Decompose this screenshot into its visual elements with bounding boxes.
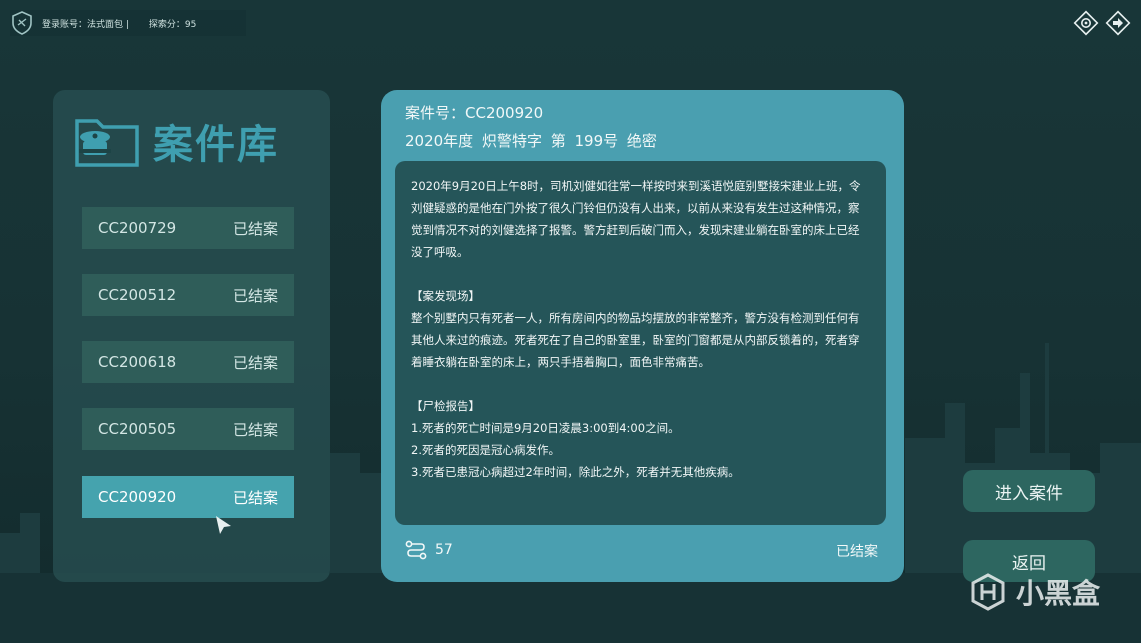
watermark: 小黑盒 xyxy=(968,572,1100,612)
scene-heading: 【案发现场】 xyxy=(411,289,480,303)
case-folder-icon xyxy=(75,119,139,167)
case-status: 已结案 xyxy=(232,420,278,439)
enter-case-button[interactable]: 进入案件 xyxy=(963,470,1095,512)
mouse-cursor-icon xyxy=(216,516,231,534)
scene-text: 整个别墅内只有死者一人，所有房间内的物品均摆放的非常整齐，警方没有检测到任何有其… xyxy=(411,311,860,369)
case-id: CC200618 xyxy=(98,353,177,371)
case-detail-panel: 案件号：CC200920 2020年度 炽警特字 第 199号 绝密 2020年… xyxy=(381,90,904,582)
route-icon xyxy=(405,540,427,560)
clue-count: 57 xyxy=(405,540,453,560)
case-id: CC200512 xyxy=(98,286,177,304)
watermark-logo-icon xyxy=(971,573,1005,611)
autopsy-item: 2.死者的死因是冠心病发作。 xyxy=(411,443,560,457)
autopsy-heading: 【尸检报告】 xyxy=(411,399,480,413)
police-badge-icon xyxy=(10,11,34,35)
case-summary: 2020年9月20日上午8时，司机刘健如往常一样按时来到溪语悦庭别墅接宋建业上班… xyxy=(411,179,861,259)
watermark-text: 小黑盒 xyxy=(1016,577,1101,610)
autopsy-item: 3.死者已患冠心病超过2年时间，除此之外，死者并无其他疾病。 xyxy=(411,465,740,479)
case-id: CC200505 xyxy=(98,420,177,438)
case-number: 案件号：CC200920 xyxy=(405,104,544,122)
account-label: 登录账号：法式面包 | xyxy=(42,19,129,30)
case-item-cc200920[interactable]: CC200920 已结案 xyxy=(82,476,294,518)
case-item-cc200505[interactable]: CC200505 已结案 xyxy=(82,408,294,450)
case-status: 已结案 xyxy=(232,488,278,507)
case-status: 已结案 xyxy=(232,219,278,238)
case-id: CC200920 xyxy=(98,488,177,506)
case-description[interactable]: 2020年9月20日上午8时，司机刘健如往常一样按时来到溪语悦庭别墅接宋建业上班… xyxy=(395,161,886,525)
case-item-cc200618[interactable]: CC200618 已结案 xyxy=(82,341,294,383)
case-library-panel: 案件库 CC200729 已结案 CC200512 已结案 CC200618 已… xyxy=(53,90,330,582)
case-id: CC200729 xyxy=(98,219,177,237)
case-library-header: 案件库 xyxy=(73,112,279,170)
exit-icon[interactable] xyxy=(1104,9,1132,37)
case-status: 已结案 xyxy=(232,286,278,305)
settings-icon[interactable] xyxy=(1072,9,1100,37)
case-classification: 2020年度 炽警特字 第 199号 绝密 xyxy=(405,132,657,150)
case-item-cc200729[interactable]: CC200729 已结案 xyxy=(82,207,294,249)
case-status-label: 已结案 xyxy=(836,544,878,560)
top-status-bar: 登录账号：法式面包 | 探索分：95 xyxy=(10,10,246,36)
case-item-cc200512[interactable]: CC200512 已结案 xyxy=(82,274,294,316)
case-library-title: 案件库 xyxy=(153,121,279,168)
autopsy-item: 1.死者的死亡时间是9月20日凌晨3:00到4:00之间。 xyxy=(411,421,680,435)
case-status: 已结案 xyxy=(232,353,278,372)
exploration-score: 探索分：95 xyxy=(148,19,197,30)
clue-count-value: 57 xyxy=(435,542,453,558)
